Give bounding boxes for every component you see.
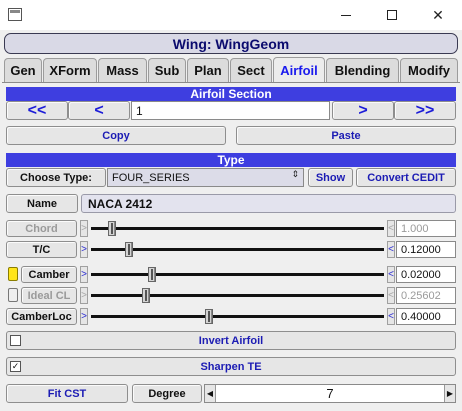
convert-cedit-button[interactable]: Convert CEDIT xyxy=(356,168,456,187)
t-c-label[interactable]: T/C xyxy=(6,241,77,258)
camberloc-value-field[interactable]: 0.40000 xyxy=(396,308,456,325)
slider-track[interactable] xyxy=(91,248,384,251)
paste-button[interactable]: Paste xyxy=(236,126,456,145)
slider-right-arrow-icon[interactable]: < xyxy=(387,220,395,237)
chord-label[interactable]: Chord xyxy=(6,220,77,237)
ideal-cl-toggle[interactable] xyxy=(8,288,18,302)
last-section-button[interactable]: >> xyxy=(394,101,456,120)
degree-counter[interactable]: ◀ 7 ▶ xyxy=(204,384,456,403)
ideal-cl-slider[interactable]: > < xyxy=(80,287,395,304)
show-button[interactable]: Show xyxy=(308,168,353,187)
invert-airfoil-toggle[interactable]: Invert Airfoil xyxy=(6,331,456,350)
copy-button[interactable]: Copy xyxy=(6,126,226,145)
slider-thumb[interactable] xyxy=(108,221,116,236)
tab-sub[interactable]: Sub xyxy=(148,58,186,82)
chord-value-field[interactable]: 1.000 xyxy=(396,220,456,237)
slider-thumb[interactable] xyxy=(125,242,133,257)
t-c-slider[interactable]: > < xyxy=(80,241,395,258)
first-section-button[interactable]: << xyxy=(6,101,68,120)
slider-thumb[interactable] xyxy=(205,309,213,324)
slider-left-arrow-icon[interactable]: > xyxy=(80,220,88,237)
airfoil-name-field[interactable]: NACA 2412 xyxy=(81,194,456,213)
increment-icon[interactable]: ▶ xyxy=(444,385,455,402)
slider-thumb[interactable] xyxy=(142,288,150,303)
slider-track[interactable] xyxy=(91,227,384,230)
section-header-type: Type xyxy=(6,153,456,167)
slider-track[interactable] xyxy=(91,315,384,318)
slider-right-arrow-icon[interactable]: < xyxy=(387,308,395,325)
tab-plan[interactable]: Plan xyxy=(187,58,229,82)
tab-modify[interactable]: Modify xyxy=(400,58,458,82)
type-select-value: FOUR_SERIES xyxy=(112,171,190,184)
close-icon: ✕ xyxy=(432,6,444,23)
minimize-icon xyxy=(341,14,351,16)
camber-value-field[interactable]: 0.02000 xyxy=(396,266,456,283)
tab-gen[interactable]: Gen xyxy=(4,58,42,82)
tab-airfoil[interactable]: Airfoil xyxy=(273,57,325,82)
minimize-button[interactable] xyxy=(323,0,369,30)
section-index-field[interactable]: 1 xyxy=(131,101,330,120)
slider-right-arrow-icon[interactable]: < xyxy=(387,241,395,258)
slider-left-arrow-icon[interactable]: > xyxy=(80,308,88,325)
slider-track[interactable] xyxy=(91,273,384,276)
sharpen-te-label: Sharpen TE xyxy=(200,360,262,373)
camber-slider[interactable]: > < xyxy=(80,266,395,283)
decrement-icon[interactable]: ◀ xyxy=(205,385,216,402)
degree-label: Degree xyxy=(132,384,202,403)
name-label: Name xyxy=(6,194,78,213)
t-c-value-field[interactable]: 0.12000 xyxy=(396,241,456,258)
slider-thumb[interactable] xyxy=(148,267,156,282)
ideal-cl-label[interactable]: Ideal CL xyxy=(21,287,77,304)
slider-left-arrow-icon[interactable]: > xyxy=(80,266,88,283)
camberloc-slider[interactable]: > < xyxy=(80,308,395,325)
slider-left-arrow-icon[interactable]: > xyxy=(80,287,88,304)
maximize-button[interactable] xyxy=(369,0,415,30)
geom-title: Wing: WingGeom xyxy=(4,33,458,54)
tab-sect[interactable]: Sect xyxy=(230,58,272,82)
window-titlebar: ✕ xyxy=(0,0,462,30)
choose-type-label: Choose Type: xyxy=(6,168,106,187)
close-button[interactable]: ✕ xyxy=(415,0,461,30)
fit-cst-button[interactable]: Fit CST xyxy=(6,384,128,403)
camber-label[interactable]: Camber xyxy=(21,266,77,283)
tab-mass[interactable]: Mass xyxy=(98,58,147,82)
tab-divider xyxy=(2,82,460,83)
slider-right-arrow-icon[interactable]: < xyxy=(387,266,395,283)
maximize-icon xyxy=(387,10,397,20)
sharpen-te-toggle[interactable]: ✓ Sharpen TE xyxy=(6,357,456,376)
app-icon xyxy=(8,8,22,21)
camber-toggle[interactable] xyxy=(8,267,18,281)
slider-right-arrow-icon[interactable]: < xyxy=(387,287,395,304)
next-section-button[interactable]: > xyxy=(332,101,394,120)
tab-xform[interactable]: XForm xyxy=(43,58,97,82)
prev-section-button[interactable]: < xyxy=(68,101,130,120)
chevron-updown-icon: ⇕ xyxy=(291,169,299,179)
camberloc-label[interactable]: CamberLoc xyxy=(6,308,77,325)
invert-airfoil-label: Invert Airfoil xyxy=(198,334,264,347)
degree-value: 7 xyxy=(326,386,334,401)
section-header-airfoil: Airfoil Section xyxy=(6,87,456,101)
type-select[interactable]: FOUR_SERIES ⇕ xyxy=(107,168,304,187)
slider-track[interactable] xyxy=(91,294,384,297)
slider-left-arrow-icon[interactable]: > xyxy=(80,241,88,258)
main-panel: Wing: WingGeom Gen XForm Mass Sub Plan S… xyxy=(0,30,462,411)
ideal-cl-value-field[interactable]: 0.25602 xyxy=(396,287,456,304)
chord-slider[interactable]: > < xyxy=(80,220,395,237)
tab-blending[interactable]: Blending xyxy=(326,58,399,82)
